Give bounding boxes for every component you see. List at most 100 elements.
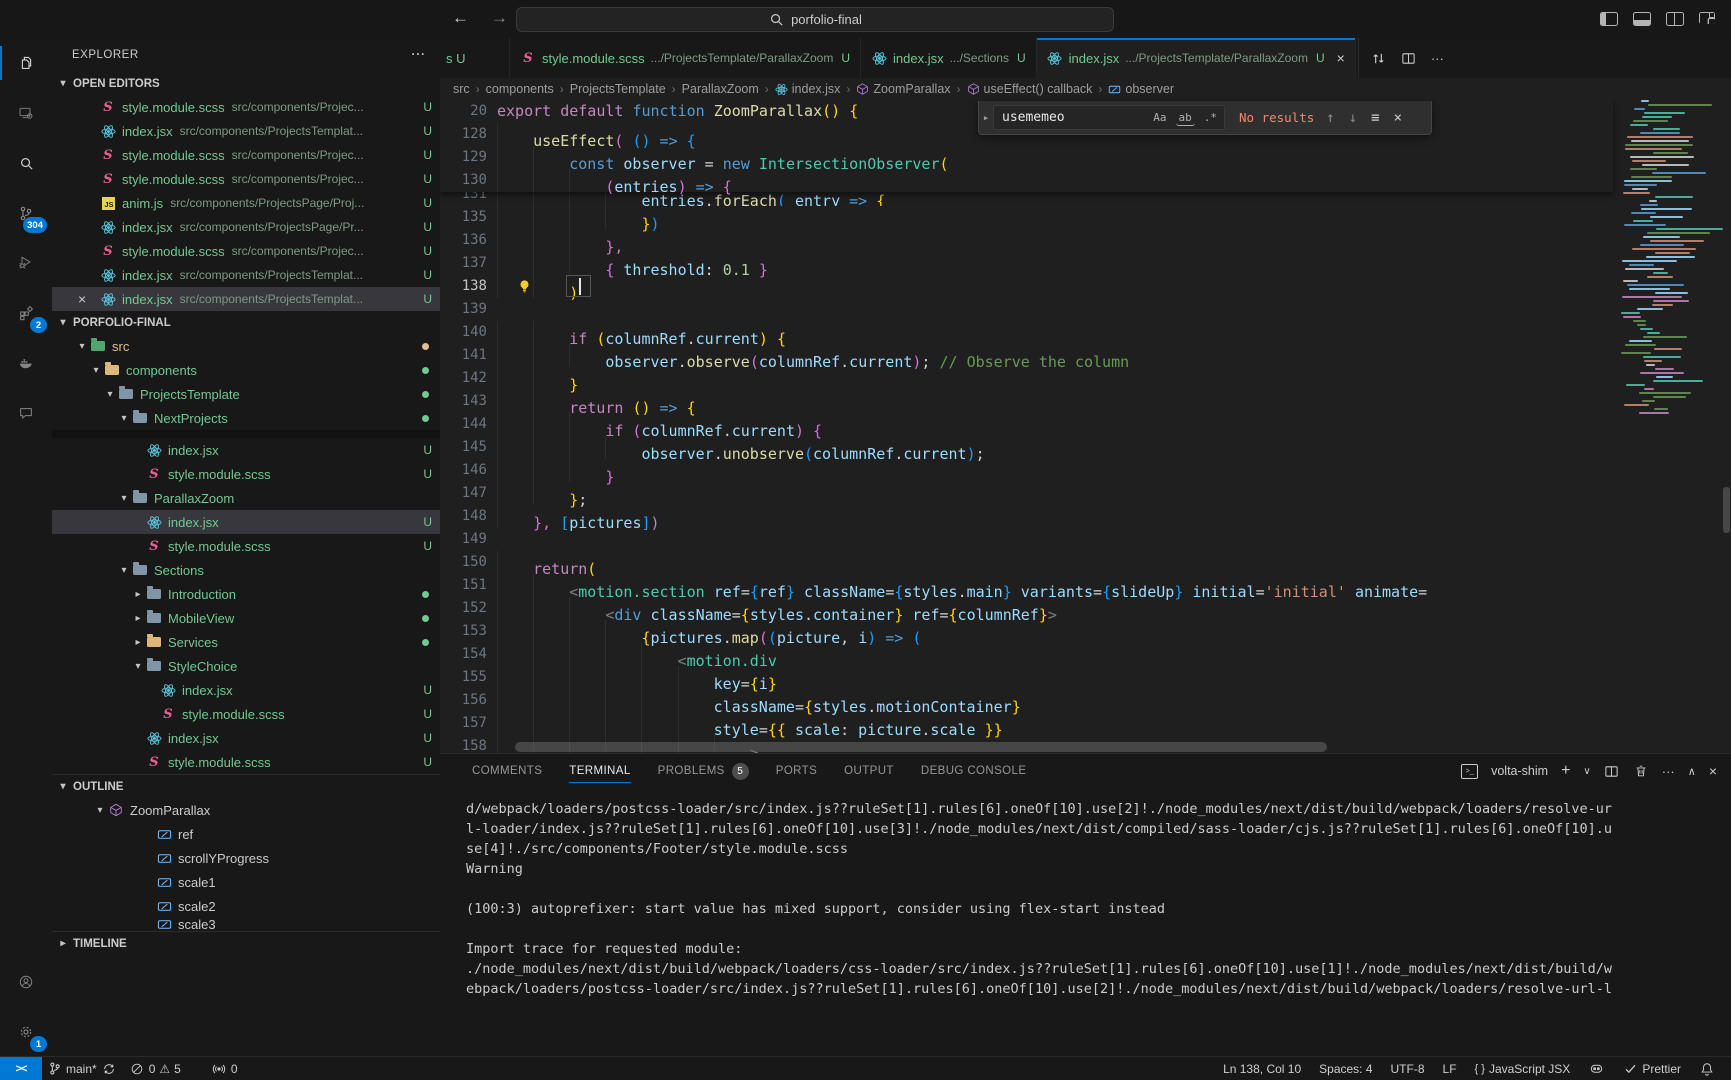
open-editor-item[interactable]: index.jsxsrc/components/ProjectsPage/Pr.… bbox=[52, 215, 440, 239]
tree-item-index.jsx[interactable]: index.jsxU bbox=[52, 678, 440, 702]
breadcrumb-item[interactable]: observer bbox=[1108, 82, 1174, 96]
activity-item-explorer[interactable] bbox=[0, 38, 52, 88]
tree-item-components[interactable]: ▾components bbox=[52, 358, 440, 382]
split-terminal-icon[interactable] bbox=[1604, 763, 1620, 779]
open-editor-item[interactable]: Sstyle.module.scsssrc/components/Projec.… bbox=[52, 239, 440, 263]
code-line[interactable]: 148}, [pictures]) bbox=[440, 505, 1613, 528]
vertical-scrollbar[interactable] bbox=[1723, 487, 1730, 533]
split-editor-icon[interactable] bbox=[1401, 50, 1417, 66]
status-indentation[interactable]: Spaces: 4 bbox=[1313, 1062, 1378, 1076]
open-editor-item[interactable]: Sstyle.module.scsssrc/components/Projec.… bbox=[52, 143, 440, 167]
tree-item-style.module.scss[interactable]: Sstyle.module.scssU bbox=[52, 702, 440, 726]
status-eol[interactable]: LF bbox=[1437, 1062, 1463, 1076]
horizontal-scrollbar[interactable] bbox=[515, 742, 1327, 752]
section-timeline[interactable]: ▸TIMELINE bbox=[52, 931, 440, 955]
code-line[interactable]: 154<motion.div bbox=[440, 643, 1613, 666]
kill-terminal-icon[interactable] bbox=[1633, 763, 1649, 779]
tree-item-mobileview[interactable]: ▸MobileView bbox=[52, 606, 440, 630]
status-cursor-position[interactable]: Ln 138, Col 10 bbox=[1217, 1062, 1307, 1076]
section-open-editors[interactable]: ▾OPEN EDITORS bbox=[52, 72, 440, 95]
problems-status[interactable]: 0⚠5 bbox=[123, 1057, 187, 1080]
code-line[interactable]: 155key={i} bbox=[440, 666, 1613, 689]
code-line[interactable]: 145observer.unobserve(columnRef.current)… bbox=[440, 436, 1613, 459]
new-terminal-icon[interactable]: + bbox=[1561, 762, 1570, 780]
code-line[interactable]: 136}, bbox=[440, 229, 1613, 252]
find-in-selection-icon[interactable]: ≡ bbox=[1371, 110, 1379, 126]
tree-item-nextprojects[interactable]: ▾NextProjects bbox=[52, 406, 440, 430]
find-previous-icon[interactable]: ↑ bbox=[1326, 110, 1334, 126]
terminal-output[interactable]: d/webpack/loaders/postcss-loader/src/ind… bbox=[466, 799, 1723, 1055]
panel-tab-problems[interactable]: PROBLEMS5 bbox=[658, 754, 749, 788]
forward-arrow-icon[interactable]: → bbox=[491, 8, 508, 28]
activity-item-docker[interactable] bbox=[0, 338, 52, 388]
minimap[interactable] bbox=[1617, 100, 1721, 753]
tree-item-projectstemplate[interactable]: ▾ProjectsTemplate bbox=[52, 382, 440, 406]
outline-item-ref[interactable]: ref bbox=[52, 822, 440, 846]
activity-item-extensions[interactable]: 2 bbox=[0, 288, 52, 338]
editor-more-icon[interactable]: ··· bbox=[1431, 51, 1444, 66]
code-line[interactable]: 135}) bbox=[440, 206, 1613, 229]
tree-item-stylechoice[interactable]: ▾StyleChoice bbox=[52, 654, 440, 678]
tree-item-index.jsx[interactable]: index.jsxU bbox=[52, 438, 440, 462]
code-line[interactable]: 142} bbox=[440, 367, 1613, 390]
status-encoding[interactable]: UTF-8 bbox=[1385, 1062, 1431, 1076]
terminal-dropdown-icon[interactable]: ∨ bbox=[1583, 766, 1590, 777]
code-line[interactable]: 146} bbox=[440, 459, 1613, 482]
activity-item-settings[interactable]: 1 bbox=[0, 1007, 52, 1057]
tree-item-services[interactable]: ▸Services bbox=[52, 630, 440, 654]
back-arrow-icon[interactable]: ← bbox=[452, 8, 469, 28]
section-project[interactable]: ▾PORFOLIO-FINAL bbox=[52, 311, 440, 334]
panel-more-icon[interactable]: ··· bbox=[1662, 764, 1675, 779]
code-line[interactable]: 141observer.observe(columnRef.current); … bbox=[440, 344, 1613, 367]
breadcrumb-item[interactable]: ParallaxZoom bbox=[682, 82, 759, 96]
code-line[interactable]: 137{ threshold: 0.1 } bbox=[440, 252, 1613, 275]
toggle-secondary-sidebar-icon[interactable] bbox=[1666, 12, 1684, 26]
tree-item-style.module.scss[interactable]: Sstyle.module.scssU bbox=[52, 750, 440, 774]
broadcast-status[interactable]: 0 bbox=[205, 1057, 244, 1080]
code-line[interactable]: 144if (columnRef.current) { bbox=[440, 413, 1613, 436]
status-notifications[interactable] bbox=[1693, 1061, 1721, 1077]
find-close-icon[interactable]: × bbox=[1394, 110, 1402, 126]
command-center-search[interactable]: porfolio-final bbox=[516, 7, 1114, 32]
code-line[interactable]: 156className={styles.motionContainer} bbox=[440, 689, 1613, 712]
remote-indicator[interactable]: >< bbox=[0, 1057, 42, 1080]
code-line[interactable]: 129const observer = new IntersectionObse… bbox=[440, 146, 1613, 169]
toggle-panel-icon[interactable] bbox=[1633, 12, 1651, 26]
tree-item-style.module.scss[interactable]: Sstyle.module.scssU bbox=[52, 534, 440, 558]
tree-item-style.module.scss[interactable]: Sstyle.module.scssU bbox=[52, 462, 440, 486]
code-line[interactable]: 151<motion.section ref={ref} className={… bbox=[440, 574, 1613, 597]
panel-tab-ports[interactable]: PORTS bbox=[776, 754, 817, 788]
maximize-panel-icon[interactable]: ∧ bbox=[1688, 765, 1696, 778]
tab-close-icon[interactable]: × bbox=[1337, 50, 1345, 66]
section-outline[interactable]: ▾OUTLINE bbox=[52, 774, 440, 798]
status-copilot[interactable] bbox=[1582, 1061, 1610, 1077]
code-line[interactable]: 153{pictures.map((picture, i) => ( bbox=[440, 620, 1613, 643]
code-line[interactable]: 130(entries) => { bbox=[440, 169, 1613, 192]
branch-status[interactable]: main* bbox=[42, 1057, 123, 1080]
status-formatter[interactable]: Prettier bbox=[1616, 1061, 1687, 1077]
activity-item-source-control[interactable]: 304 bbox=[0, 188, 52, 238]
tree-item-sections[interactable]: ▾Sections bbox=[52, 558, 440, 582]
tree-item-index.jsx[interactable]: index.jsxU bbox=[52, 726, 440, 750]
code-line[interactable]: 138) bbox=[440, 275, 1613, 298]
panel-tab-output[interactable]: OUTPUT bbox=[844, 754, 894, 788]
tab-index.jsx[interactable]: index.jsx.../SectionsU bbox=[861, 38, 1037, 78]
clipped-tab[interactable]: s U bbox=[440, 38, 510, 78]
open-editor-item[interactable]: index.jsxsrc/components/ProjectsTemplat.… bbox=[52, 263, 440, 287]
breadcrumb-item[interactable]: components bbox=[486, 82, 554, 96]
open-editor-item[interactable]: JSanim.jssrc/components/ProjectsPage/Pro… bbox=[52, 191, 440, 215]
outline-item-scrollyprogress[interactable]: scrollYProgress bbox=[52, 846, 440, 870]
open-changes-icon[interactable] bbox=[1371, 50, 1387, 66]
open-editor-item[interactable]: Sstyle.module.scsssrc/components/Projec.… bbox=[52, 95, 440, 119]
panel-tab-comments[interactable]: COMMENTS bbox=[472, 754, 542, 788]
find-next-icon[interactable]: ↓ bbox=[1349, 110, 1357, 126]
code-line[interactable]: 150return( bbox=[440, 551, 1613, 574]
code-line[interactable]: 143return () => { bbox=[440, 390, 1613, 413]
close-panel-icon[interactable]: × bbox=[1709, 763, 1717, 779]
activity-item-search[interactable] bbox=[0, 138, 52, 188]
regex-toggle[interactable]: .* bbox=[1201, 110, 1220, 125]
tab-style.module.scss[interactable]: Sstyle.module.scss.../ProjectsTemplate/P… bbox=[510, 38, 861, 78]
activity-item-chat[interactable] bbox=[0, 388, 52, 438]
open-editor-item[interactable]: index.jsxsrc/components/ProjectsTemplat.… bbox=[52, 119, 440, 143]
code-line[interactable]: 147}; bbox=[440, 482, 1613, 505]
